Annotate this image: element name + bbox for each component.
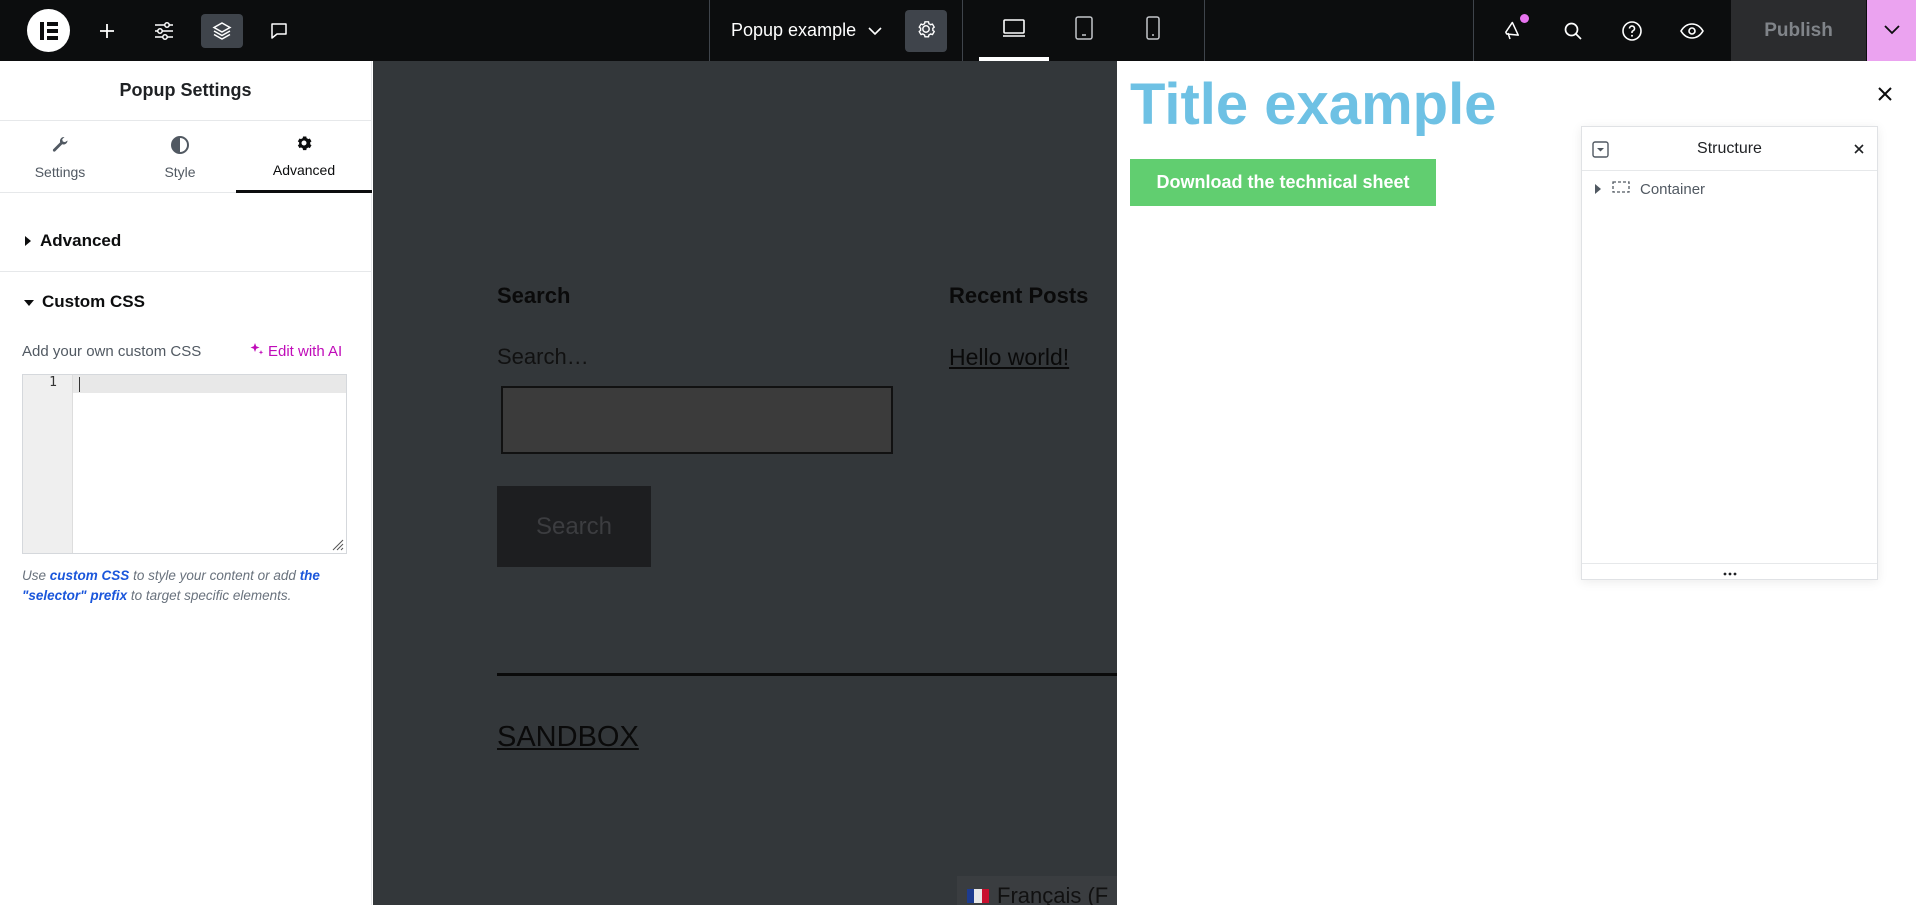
container-icon bbox=[1612, 180, 1630, 198]
document-title-dropdown[interactable]: Popup example bbox=[731, 0, 882, 61]
resize-handle[interactable] bbox=[1582, 563, 1877, 579]
language-label: Français (F bbox=[997, 883, 1109, 905]
popup-title[interactable]: Title example bbox=[1130, 71, 1496, 138]
section-custom-css-toggle[interactable]: Custom CSS bbox=[24, 292, 145, 312]
chevron-down-icon bbox=[1883, 22, 1900, 40]
mobile-view-button[interactable] bbox=[1118, 0, 1188, 61]
add-icon[interactable] bbox=[86, 14, 128, 48]
download-technical-sheet-button[interactable]: Download the technical sheet bbox=[1130, 159, 1436, 206]
eye-icon[interactable] bbox=[1671, 14, 1713, 48]
custom-css-editor[interactable]: 1 bbox=[22, 374, 347, 554]
structure-panel: Structure Container bbox=[1581, 126, 1878, 580]
tab-style[interactable]: Style bbox=[120, 121, 240, 193]
caret-right-icon[interactable] bbox=[1594, 181, 1602, 198]
desktop-icon bbox=[1002, 18, 1026, 43]
footer-divider bbox=[497, 673, 1117, 676]
help-text-part: Use bbox=[22, 568, 47, 583]
panel-title: Popup Settings bbox=[0, 61, 371, 121]
tab-settings[interactable]: Settings bbox=[0, 121, 120, 193]
tablet-icon bbox=[1074, 16, 1094, 45]
active-line-highlight bbox=[73, 375, 346, 393]
caret-down-icon bbox=[24, 292, 34, 312]
search-widget-input[interactable] bbox=[501, 386, 893, 454]
recent-post-link[interactable]: Hello world! bbox=[949, 344, 1069, 371]
help-text-part: to style your content or add bbox=[133, 568, 296, 583]
line-number: 1 bbox=[49, 375, 57, 390]
top-bar: Popup example Publish bbox=[0, 0, 1916, 61]
recent-posts-heading: Recent Posts bbox=[949, 283, 1089, 308]
elementor-logo-icon[interactable] bbox=[27, 9, 70, 52]
desktop-view-button[interactable] bbox=[979, 0, 1049, 61]
half-circle-icon bbox=[170, 135, 190, 158]
divider bbox=[1473, 0, 1474, 61]
publish-button[interactable]: Publish bbox=[1731, 0, 1866, 61]
edit-with-ai-label: Edit with AI bbox=[268, 342, 343, 360]
resize-grip-icon[interactable] bbox=[330, 537, 344, 551]
sliders-icon[interactable] bbox=[143, 14, 185, 48]
tab-label: Settings bbox=[34, 163, 86, 180]
close-icon[interactable] bbox=[1874, 83, 1896, 105]
divider bbox=[0, 271, 372, 272]
publish-options-button[interactable] bbox=[1867, 0, 1916, 61]
mobile-icon bbox=[1145, 16, 1161, 45]
france-flag-icon bbox=[967, 889, 989, 903]
caret-right-icon bbox=[24, 231, 32, 251]
search-widget-label: Search… bbox=[497, 344, 589, 369]
custom-css-help: Use custom CSS to style your content or … bbox=[22, 566, 342, 606]
layers-icon[interactable] bbox=[201, 14, 243, 48]
collapse-all-icon[interactable] bbox=[1592, 141, 1609, 158]
settings-panel: Popup Settings Settings Style Advanced A… bbox=[0, 61, 372, 905]
search-widget-heading: Search bbox=[497, 283, 571, 308]
language-switcher[interactable]: Français (F bbox=[957, 876, 1117, 905]
tablet-view-button[interactable] bbox=[1049, 0, 1119, 61]
wrench-icon bbox=[50, 135, 70, 158]
tab-advanced[interactable]: Advanced bbox=[236, 121, 372, 193]
document-title: Popup example bbox=[731, 20, 857, 40]
structure-title: Structure bbox=[1697, 139, 1762, 157]
structure-item-container[interactable]: Container bbox=[1594, 180, 1705, 198]
panel-tabs: Settings Style Advanced bbox=[0, 121, 372, 193]
chevron-down-icon bbox=[868, 20, 882, 41]
ai-sparkle-icon bbox=[250, 342, 264, 360]
custom-css-label: Add your own custom CSS bbox=[22, 343, 202, 360]
divider bbox=[1204, 0, 1205, 61]
section-advanced-toggle[interactable]: Advanced bbox=[24, 231, 121, 251]
custom-css-link[interactable]: custom CSS bbox=[50, 568, 130, 583]
text-caret bbox=[79, 377, 80, 392]
site-title-link[interactable]: SANDBOX bbox=[497, 721, 639, 754]
structure-item-label: Container bbox=[1640, 180, 1706, 198]
section-label: Custom CSS bbox=[42, 292, 145, 311]
line-gutter: 1 bbox=[23, 375, 73, 553]
comment-icon[interactable] bbox=[258, 14, 300, 48]
gear-icon bbox=[294, 133, 314, 156]
edit-with-ai-button[interactable]: Edit with AI bbox=[250, 342, 342, 360]
help-text-part: to target specific elements. bbox=[130, 588, 292, 603]
structure-header: Structure bbox=[1582, 127, 1877, 171]
more-dots-icon bbox=[1723, 563, 1737, 581]
section-label: Advanced bbox=[40, 231, 122, 250]
gear-icon bbox=[915, 18, 937, 45]
search-icon[interactable] bbox=[1552, 14, 1594, 48]
divider bbox=[709, 0, 710, 61]
editor-canvas: Search Search… Search Recent Posts Hello… bbox=[373, 61, 1117, 905]
close-icon[interactable] bbox=[1851, 141, 1867, 157]
page-settings-button[interactable] bbox=[905, 10, 947, 52]
notification-dot bbox=[1520, 14, 1529, 23]
tab-label: Style bbox=[164, 163, 196, 180]
help-icon[interactable] bbox=[1611, 14, 1653, 48]
tab-label: Advanced bbox=[272, 162, 336, 178]
divider bbox=[962, 0, 963, 61]
search-widget-button[interactable]: Search bbox=[497, 486, 651, 567]
